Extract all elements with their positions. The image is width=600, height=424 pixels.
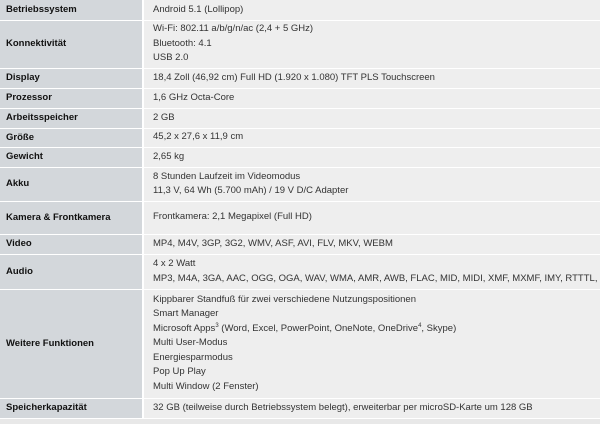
spec-row-prozessor: Prozessor 1,6 GHz Octa-Core (0, 88, 600, 109)
spec-value: 2 GB (143, 108, 600, 129)
spec-value: 4 x 2 Watt MP3, M4A, 3GA, AAC, OGG, OGA,… (143, 254, 600, 290)
spec-row-gewicht: Gewicht 2,65 kg (0, 147, 600, 168)
spec-value: MP4, M4V, 3GP, 3G2, WMV, ASF, AVI, FLV, … (143, 234, 600, 255)
spec-value-line: 18,4 Zoll (46,92 cm) Full HD (1.920 x 1.… (153, 71, 435, 83)
apps-text: Microsoft Apps (153, 322, 216, 334)
spec-row-betriebssystem: Betriebssystem Android 5.1 (Lollipop) (0, 0, 600, 21)
spec-value-line: Kippbarer Standfuß für zwei verschiedene… (153, 293, 416, 305)
spec-value-line: 1,6 GHz Octa-Core (153, 91, 235, 103)
spec-value: Kippbarer Standfuß für zwei verschiedene… (143, 289, 600, 399)
spec-value-line-apps: Microsoft Apps3 (Word, Excel, PowerPoint… (153, 322, 600, 337)
spec-value-line: MP4, M4V, 3GP, 3G2, WMV, ASF, AVI, FLV, … (153, 237, 393, 249)
spec-value-line: 8 Stunden Laufzeit im Videomodus (153, 170, 301, 182)
spec-value-line: Smart Manager (153, 308, 219, 320)
spec-label: Arbeitsspeicher (0, 108, 144, 129)
spec-label: Kamera & Frontkamera (0, 201, 144, 235)
spec-row-arbeitsspeicher: Arbeitsspeicher 2 GB (0, 108, 600, 129)
spec-value: 18,4 Zoll (46,92 cm) Full HD (1.920 x 1.… (143, 68, 600, 89)
spec-label: Konnektivität (0, 20, 144, 69)
spec-value: Wi-Fi: 802.11 a/b/g/n/ac (2,4 + 5 GHz) B… (143, 20, 600, 69)
spec-label: Video (0, 234, 144, 255)
spec-row-video: Video MP4, M4V, 3GP, 3G2, WMV, ASF, AVI,… (0, 234, 600, 255)
spec-value-line: 2,65 kg (153, 150, 185, 162)
spec-value-line: 45,2 x 27,6 x 11,9 cm (153, 131, 244, 143)
spec-row-akku: Akku 8 Stunden Laufzeit im Videomodus 11… (0, 167, 600, 202)
spec-label: Audio (0, 254, 144, 290)
spec-value-line: Energiesparmodus (153, 351, 233, 363)
spec-value: 45,2 x 27,6 x 11,9 cm (143, 128, 600, 148)
spec-value-line: 11,3 V, 64 Wh (5.700 mAh) / 19 V D/C Ada… (153, 185, 349, 196)
spec-row-weitere-funktionen: Weitere Funktionen Kippbarer Standfuß fü… (0, 289, 600, 399)
spec-label: Weitere Funktionen (0, 289, 144, 399)
spec-label: Display (0, 68, 144, 89)
spec-value: 8 Stunden Laufzeit im Videomodus 11,3 V,… (143, 167, 600, 202)
spec-value-line: 32 GB (teilweise durch Betriebssystem be… (153, 401, 533, 413)
spec-value-line: MP3, M4A, 3GA, AAC, OGG, OGA, WAV, WMA, … (153, 272, 600, 284)
spec-value-line: Android 5.1 (Lollipop) (153, 3, 244, 15)
spec-label: Prozessor (0, 88, 144, 109)
apps-text: , Skype) (421, 322, 457, 334)
spec-label: Akku (0, 167, 144, 202)
spec-value-line: 4 x 2 Watt (153, 258, 196, 269)
spec-label: Gewicht (0, 147, 144, 168)
spec-value: 1,6 GHz Octa-Core (143, 88, 600, 109)
spec-row-konnektivitaet: Konnektivität Wi-Fi: 802.11 a/b/g/n/ac (… (0, 20, 600, 69)
spec-row-display: Display 18,4 Zoll (46,92 cm) Full HD (1.… (0, 68, 600, 89)
apps-text: (Word, Excel, PowerPoint, OneNote, OneDr… (218, 322, 419, 334)
spec-value: 32 GB (teilweise durch Betriebssystem be… (143, 398, 600, 419)
spec-label: Betriebssystem (0, 0, 144, 21)
spec-value: Frontkamera: 2,1 Megapixel (Full HD) (143, 201, 600, 235)
spec-label: Größe (0, 128, 144, 148)
spec-value: Android 5.1 (Lollipop) (143, 0, 600, 21)
spec-value-line: 2 GB (153, 111, 175, 123)
spec-row-speicherkapazitaet: Speicherkapazität 32 GB (teilweise durch… (0, 398, 600, 419)
spec-value-line: Wi-Fi: 802.11 a/b/g/n/ac (2,4 + 5 GHz) (153, 23, 314, 35)
spec-row-groesse: Größe 45,2 x 27,6 x 11,9 cm (0, 128, 600, 148)
spec-label: Speicherkapazität (0, 398, 144, 419)
spec-row-audio: Audio 4 x 2 Watt MP3, M4A, 3GA, AAC, OGG… (0, 254, 600, 290)
spec-value-line: Multi Window (2 Fenster) (153, 380, 259, 392)
spec-value-line: Multi User-Modus (153, 337, 228, 349)
spec-value: 2,65 kg (143, 147, 600, 168)
spec-table: Betriebssystem Android 5.1 (Lollipop) Ko… (0, 0, 600, 419)
spec-value-line: Pop Up Play (153, 366, 206, 378)
spec-value-line: Bluetooth: 4.1 (153, 37, 212, 49)
spec-row-kamera: Kamera & Frontkamera Frontkamera: 2,1 Me… (0, 201, 600, 235)
spec-value-line: Frontkamera: 2,1 Megapixel (Full HD) (153, 211, 312, 223)
spec-value-line: USB 2.0 (153, 52, 189, 64)
